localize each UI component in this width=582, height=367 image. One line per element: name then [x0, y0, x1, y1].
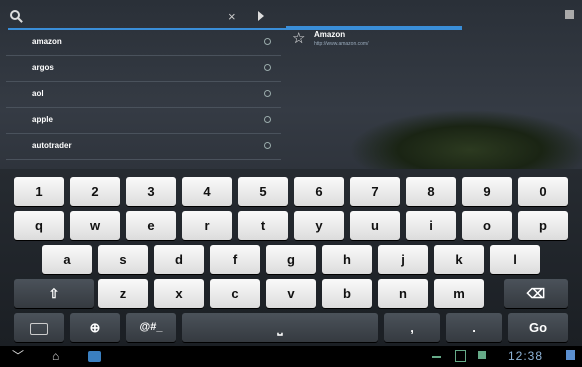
key-a[interactable]: a: [42, 245, 92, 274]
search-small-icon: [264, 142, 271, 149]
key-7[interactable]: 7: [350, 177, 400, 206]
key-h[interactable]: h: [322, 245, 372, 274]
globe-icon: ⊕: [89, 320, 101, 335]
key-k[interactable]: k: [434, 245, 484, 274]
key-i[interactable]: i: [406, 211, 456, 240]
divider-line: [286, 26, 462, 28]
shift-key[interactable]: ⇧: [14, 279, 94, 308]
search-bar[interactable]: ×: [6, 8, 462, 30]
period-key[interactable]: .: [446, 313, 502, 342]
home-icon[interactable]: ⌂: [52, 349, 59, 363]
recent-apps-icon[interactable]: [88, 351, 101, 362]
key-t[interactable]: t: [238, 211, 288, 240]
key-v[interactable]: v: [266, 279, 316, 308]
notification-icon[interactable]: [478, 351, 486, 359]
suggestion-item[interactable]: autotrader: [6, 134, 281, 160]
soft-keyboard: 1 2 3 4 5 6 7 8 9 0 q w e r t y u i o p …: [0, 169, 582, 346]
key-9[interactable]: 9: [462, 177, 512, 206]
keyboard-settings-key[interactable]: [14, 313, 64, 342]
key-6[interactable]: 6: [294, 177, 344, 206]
suggestion-item[interactable]: aol: [6, 82, 281, 108]
backspace-key[interactable]: ⌫: [504, 279, 568, 308]
search-icon: [10, 10, 20, 20]
notification-icon[interactable]: [455, 350, 466, 362]
key-j[interactable]: j: [378, 245, 428, 274]
key-n[interactable]: n: [378, 279, 428, 308]
key-s[interactable]: s: [98, 245, 148, 274]
suggestion-label: argos: [32, 63, 54, 72]
bookmark-url: http://www.amazon.com/: [314, 41, 369, 47]
key-c[interactable]: c: [210, 279, 260, 308]
key-l[interactable]: l: [490, 245, 540, 274]
key-g[interactable]: g: [266, 245, 316, 274]
key-4[interactable]: 4: [182, 177, 232, 206]
star-icon: ☆: [292, 30, 306, 47]
search-input[interactable]: [28, 8, 208, 26]
suggestion-label: aol: [32, 89, 44, 98]
search-small-icon: [264, 116, 271, 123]
key-x[interactable]: x: [154, 279, 204, 308]
space-key[interactable]: ⎵: [182, 313, 378, 342]
suggestion-label: amazon: [32, 37, 62, 46]
clear-icon[interactable]: ×: [228, 9, 236, 25]
key-8[interactable]: 8: [406, 177, 456, 206]
search-small-icon: [264, 38, 271, 45]
key-o[interactable]: o: [462, 211, 512, 240]
back-icon[interactable]: ﹀: [12, 349, 24, 363]
key-f[interactable]: f: [210, 245, 260, 274]
key-5[interactable]: 5: [238, 177, 288, 206]
key-2[interactable]: 2: [70, 177, 120, 206]
key-r[interactable]: r: [182, 211, 232, 240]
notification-icon[interactable]: [432, 356, 441, 358]
suggestion-label: autotrader: [32, 141, 72, 150]
bookmark-title: Amazon: [314, 30, 346, 39]
go-arrow-icon[interactable]: [258, 11, 264, 21]
wifi-battery-icon[interactable]: [566, 350, 575, 360]
key-d[interactable]: d: [154, 245, 204, 274]
suggestion-label: apple: [32, 115, 53, 124]
keyboard-icon: [30, 322, 48, 335]
key-q[interactable]: q: [14, 211, 64, 240]
key-0[interactable]: 0: [518, 177, 568, 206]
key-y[interactable]: y: [294, 211, 344, 240]
status-clock[interactable]: 12:38: [508, 349, 543, 363]
menu-icon[interactable]: [565, 10, 574, 19]
suggestion-item[interactable]: apple: [6, 108, 281, 134]
system-bar: ﹀ ⌂ 12:38: [0, 346, 582, 367]
suggestion-item[interactable]: amazon: [6, 30, 281, 56]
go-button[interactable]: Go: [508, 313, 568, 342]
key-b[interactable]: b: [322, 279, 372, 308]
key-e[interactable]: e: [126, 211, 176, 240]
key-w[interactable]: w: [70, 211, 120, 240]
search-small-icon: [264, 90, 271, 97]
key-1[interactable]: 1: [14, 177, 64, 206]
key-3[interactable]: 3: [126, 177, 176, 206]
comma-key[interactable]: ,: [384, 313, 440, 342]
key-u[interactable]: u: [350, 211, 400, 240]
language-key[interactable]: ⊕: [70, 313, 120, 342]
suggestion-item[interactable]: argos: [6, 56, 281, 82]
key-m[interactable]: m: [434, 279, 484, 308]
key-z[interactable]: z: [98, 279, 148, 308]
search-small-icon: [264, 64, 271, 71]
suggestion-list: amazon argos aol apple autotrader: [6, 30, 281, 160]
key-p[interactable]: p: [518, 211, 568, 240]
symbols-key[interactable]: @#_: [126, 313, 176, 342]
